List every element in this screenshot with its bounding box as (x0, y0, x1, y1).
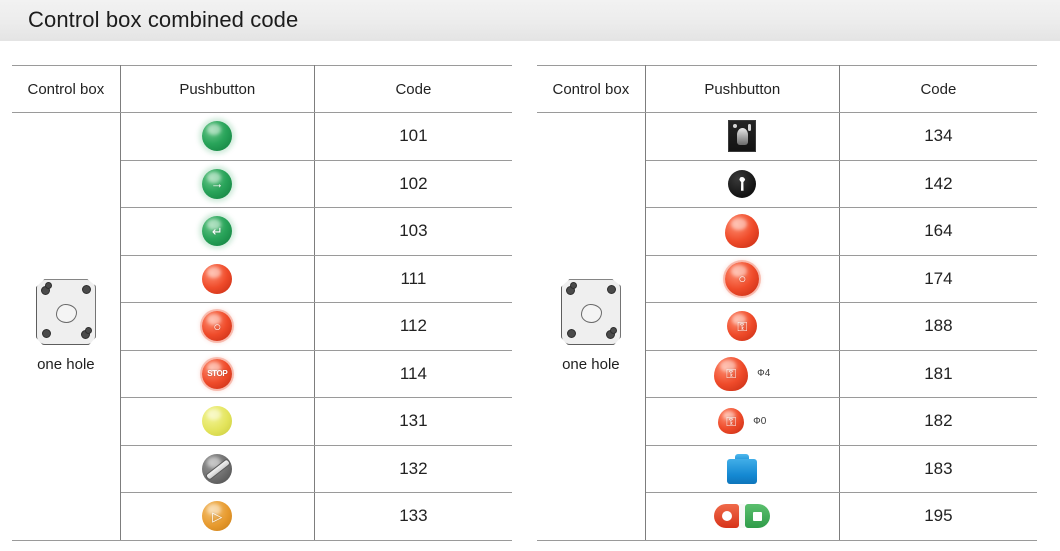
page-title-bar: Control box combined code (0, 0, 1060, 41)
diameter-label: Ф0 (753, 415, 767, 427)
pushbutton-cell: ○ (645, 254, 840, 303)
code-cell: 164 (839, 207, 1037, 256)
return-arrow-icon: ↵ (211, 223, 223, 239)
table-header: Control box Pushbutton Code (537, 65, 1037, 113)
code-cell: 133 (314, 492, 512, 541)
code-cell: 112 (314, 302, 512, 351)
pushbutton-cell (645, 492, 840, 541)
pushbutton-cell: → (120, 159, 315, 208)
codes-table: Control box Pushbutton Code one hole (12, 65, 512, 541)
pushbutton-cell: ↵ (120, 207, 315, 256)
green-arrow-pushbutton-icon: → (202, 168, 233, 199)
code-cell: 134 (839, 112, 1037, 161)
code-cell: 131 (314, 397, 512, 446)
pushbutton-cell (120, 254, 315, 303)
pushbutton-cell (645, 112, 840, 161)
red-stop-pushbutton-icon: STOP (202, 358, 233, 389)
code-cell: 111 (314, 254, 512, 303)
pushbutton-cell (120, 112, 315, 161)
amber-selector-pushbutton-icon: ▷ (202, 501, 233, 532)
pushbutton-cell: ⚿ Ф4 (645, 349, 840, 398)
black-key-switch-icon (728, 169, 757, 198)
control-box-label: one hole (37, 356, 95, 374)
green-half-button (745, 504, 771, 529)
twist-release-icon: ⚿ (726, 413, 737, 429)
pushbutton-cell: ○ (120, 302, 315, 351)
twist-release-ring-icon: ○ (738, 271, 747, 287)
red-mushroom-ring-icon: ○ (725, 261, 760, 296)
red-mushroom-twist-small-icon: ⚿ (718, 408, 745, 435)
table-header: Control box Pushbutton Code (12, 65, 512, 113)
code-cell: 174 (839, 254, 1037, 303)
gray-selector-knob-icon (202, 453, 233, 484)
green-flush-pushbutton-icon (202, 121, 233, 152)
code-cell: 195 (839, 492, 1037, 541)
header-code: Code (314, 65, 512, 113)
pushbutton-cell (645, 207, 840, 256)
header-control-box: Control box (12, 65, 121, 113)
red-mushroom-head-icon (725, 214, 760, 249)
green-return-arrow-pushbutton-icon: ↵ (202, 216, 233, 247)
key-release-icon: ⚿ (737, 318, 748, 334)
code-table-left: Control box Pushbutton Code one hole 101… (12, 65, 512, 541)
code-cell: 102 (314, 159, 512, 208)
header-control-box: Control box (537, 65, 646, 113)
pushbutton-cell: ⚿ Ф0 (645, 397, 840, 446)
header-row: Control box Pushbutton Code (12, 65, 512, 113)
table-body: one hole 101 → 102 ↵ 103 111 ○ 112 STOP … (12, 112, 512, 541)
code-cell: 101 (314, 112, 512, 161)
red-flush-pushbutton-icon (202, 263, 233, 294)
pushbutton-cell: ▷ (120, 492, 315, 541)
yellow-flush-pushbutton-icon (202, 406, 233, 437)
code-table-right: Control box Pushbutton Code one hole 134… (537, 65, 1037, 541)
code-cell: 182 (839, 397, 1037, 446)
table-body: one hole 134 142 164 ○ 174 ⚿ 188 ⚿ Ф4 18… (537, 112, 1037, 541)
red-half-button (714, 504, 740, 529)
code-cell: 188 (839, 302, 1037, 351)
control-box-cell: one hole (12, 112, 121, 541)
stop-text-label: STOP (207, 368, 228, 378)
arrow-right-icon: → (210, 176, 224, 192)
pushbutton-cell: ⚿ (645, 302, 840, 351)
code-cell: 183 (839, 444, 1037, 493)
pushbutton-cell (120, 397, 315, 446)
diameter-label: Ф4 (757, 368, 771, 380)
code-cell: 132 (314, 444, 512, 493)
pushbutton-cell (645, 159, 840, 208)
selector-emblem-icon: ▷ (212, 508, 223, 524)
control-box-one-hole-icon (560, 279, 621, 346)
codes-table: Control box Pushbutton Code one hole (537, 65, 1037, 541)
red-power-off-pushbutton-icon: ○ (202, 311, 233, 342)
pushbutton-cell (120, 444, 315, 493)
power-off-circle-icon: ○ (213, 318, 222, 334)
code-cell: 181 (839, 349, 1037, 398)
header-pushbutton: Pushbutton (120, 65, 315, 113)
table-row: one hole 134 (537, 112, 1037, 541)
header-code: Code (839, 65, 1037, 113)
code-cell: 103 (314, 207, 512, 256)
control-box-cell: one hole (537, 112, 646, 541)
control-box-one-hole-icon (35, 279, 96, 346)
page-title: Control box combined code (28, 7, 299, 32)
header-pushbutton: Pushbutton (645, 65, 840, 113)
header-row: Control box Pushbutton Code (537, 65, 1037, 113)
blue-protective-cover-icon (727, 453, 758, 484)
red-green-dual-pushbutton-icon (714, 504, 771, 529)
code-cell: 114 (314, 349, 512, 398)
code-cell: 142 (839, 159, 1037, 208)
pushbutton-cell (645, 444, 840, 493)
control-box-label: one hole (562, 356, 620, 374)
table-row: one hole 101 (12, 112, 512, 541)
red-mushroom-twist-icon: ⚿ (714, 356, 749, 391)
dark-selector-switch-plate-icon (728, 120, 757, 153)
red-emergency-stop-key-icon: ⚿ (727, 311, 758, 342)
twist-release-icon: ⚿ (726, 366, 737, 382)
pushbutton-cell: STOP (120, 349, 315, 398)
